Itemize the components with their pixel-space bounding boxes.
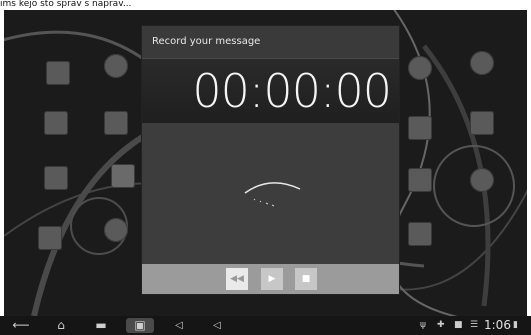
app-icon-voice-search[interactable] [408, 222, 432, 246]
sound-recorder-dialog: Record your message 00:00:00 ◀◀ ▶ ■ [142, 26, 399, 294]
dialog-title-bar: Record your message [142, 26, 399, 59]
recent-apps-icon[interactable]: ▬ [90, 318, 112, 333]
playback-controls: ◀◀ ▶ ■ [142, 264, 399, 294]
app-icon-clock[interactable] [408, 56, 432, 80]
app-icon-google[interactable] [470, 111, 494, 135]
app-icon-gmail[interactable] [408, 116, 432, 140]
app-icon-contacts[interactable] [408, 168, 432, 192]
app-icon-downloads[interactable] [470, 51, 494, 75]
sd-card-icon: ■ [454, 320, 463, 330]
app-icon-search[interactable] [104, 218, 128, 242]
app-icon-maps[interactable] [111, 164, 135, 188]
play-icon: ▶ [268, 274, 276, 284]
vu-meter-panel [142, 123, 399, 263]
system-navigation-bar: ⟵ ⌂ ▬ ▣ ◁ ◁ ψ ✚ ■ ☰ 1:06 ▮ [0, 316, 531, 335]
app-icon-play-store[interactable] [38, 226, 62, 250]
stop-icon: ■ [301, 274, 311, 284]
battery-icon: ▮ [513, 320, 518, 330]
status-clock: 1:06 [484, 318, 511, 332]
app-icon-settings[interactable] [46, 61, 70, 85]
stop-button[interactable]: ■ [295, 268, 317, 290]
rewind-button[interactable]: ◀◀ [226, 268, 248, 290]
timer-panel: 00:00:00 [142, 59, 399, 123]
notification-icon: ✚ [437, 320, 445, 330]
usb-icon: ψ [420, 320, 426, 330]
app-icon-shop[interactable] [104, 111, 128, 135]
screenshot-icon[interactable]: ▣ [126, 318, 154, 333]
play-button[interactable]: ▶ [261, 268, 283, 290]
app-icon-browser[interactable] [104, 54, 128, 78]
wifi-icon: ☰ [470, 320, 479, 330]
vu-meter-icon [244, 182, 301, 207]
home-screen: Record your message 00:00:00 ◀◀ ▶ ■ [4, 6, 527, 316]
app-icon-gallery[interactable] [44, 166, 68, 190]
app-icon-books[interactable] [44, 111, 68, 135]
dialog-title: Record your message [152, 36, 261, 47]
back-icon[interactable]: ⟵ [10, 318, 32, 333]
volume-up-icon[interactable]: ◁ [208, 318, 226, 333]
volume-down-icon[interactable]: ◁ [170, 318, 188, 333]
rewind-icon: ◀◀ [230, 274, 244, 284]
app-icon-music[interactable] [470, 168, 494, 192]
page-caption: ims kejo sto sprav s naprav... [0, 0, 531, 10]
elapsed-time: 00:00:00 [192, 64, 392, 118]
home-icon[interactable]: ⌂ [50, 318, 72, 333]
